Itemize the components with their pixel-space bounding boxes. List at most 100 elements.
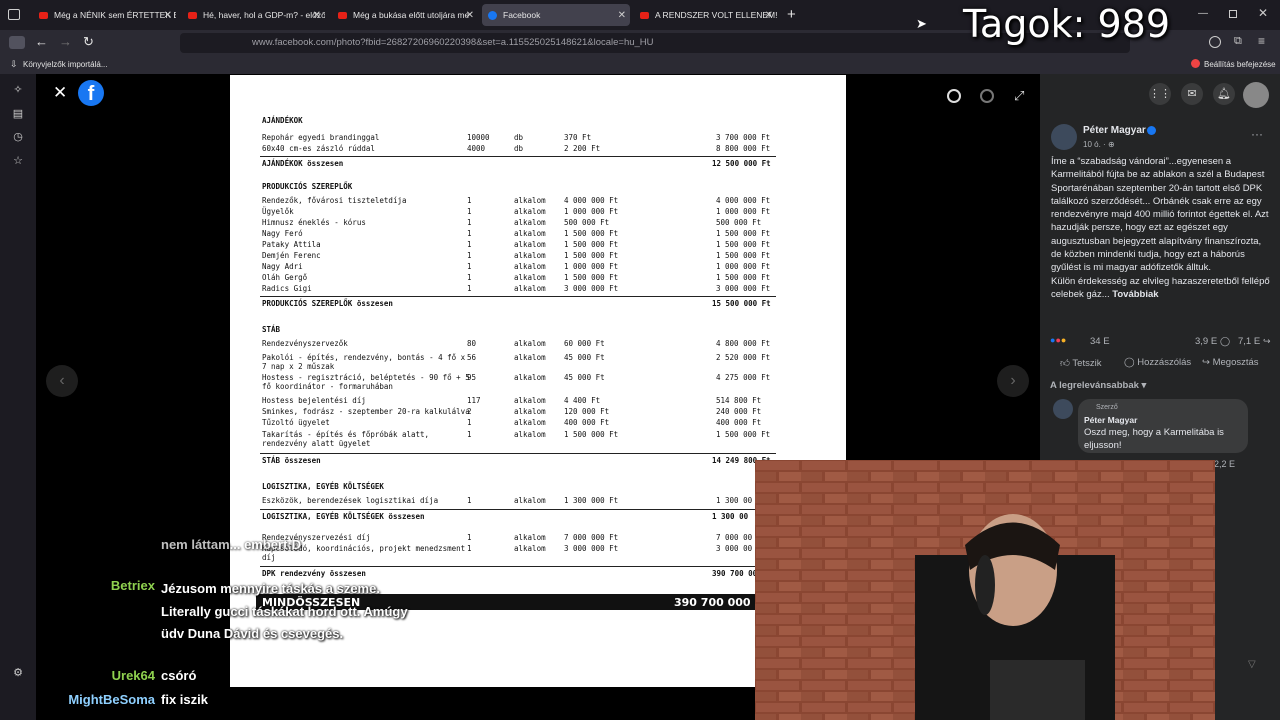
- new-tab-icon[interactable]: +: [787, 6, 796, 23]
- like-button[interactable]: 👍︎ Tetszik: [1060, 357, 1101, 369]
- comment-count[interactable]: 3,9 E: [1195, 336, 1217, 347]
- profile-avatar[interactable]: [1243, 82, 1269, 108]
- apps-grid-icon[interactable]: ⋮⋮: [1149, 83, 1171, 105]
- reaction-icons[interactable]: ●●●: [1050, 335, 1066, 345]
- line-item: Nagy Feró 1 alkalom 1 500 000 Ft 1 500 000 F…: [262, 229, 782, 240]
- section-total-label: LOGISZTIKA, EGYÉB KÖLTSÉGEK összesen: [262, 512, 425, 521]
- line-item: Radics Gigi 1 alkalom 3 000 000 Ft 3 000 000…: [262, 284, 782, 295]
- chat-username: Urek64: [111, 668, 155, 683]
- notifications-bell-icon[interactable]: 🔔︎: [1213, 83, 1235, 105]
- zoom-out-icon[interactable]: [980, 89, 994, 103]
- divider: [260, 509, 776, 510]
- line-item-unit: alkalom: [514, 544, 546, 553]
- author-name[interactable]: Péter Magyar: [1083, 125, 1146, 136]
- tab-3[interactable]: Facebook ✕: [482, 4, 630, 26]
- line-item-total: 2 520 000 Ft: [716, 353, 771, 362]
- close-viewer-icon[interactable]: ✕: [53, 83, 67, 103]
- line-item-name: Rendezvényszervezők: [262, 339, 348, 348]
- next-photo-icon[interactable]: ›: [997, 365, 1029, 397]
- comment-author[interactable]: Péter Magyar: [1084, 415, 1137, 425]
- section-total: PRODUKCIÓS SZEREPLŐK összesen 15 500 000 …: [262, 299, 782, 310]
- forward-icon[interactable]: →: [59, 34, 72, 49]
- messenger-icon[interactable]: ✉: [1181, 83, 1203, 105]
- extensions-icon[interactable]: ⧉: [1234, 35, 1242, 48]
- settings-gear-icon[interactable]: ⚙: [11, 666, 25, 680]
- menu-icon[interactable]: ≡: [1258, 34, 1265, 48]
- tab-4[interactable]: A RENDSZER VOLT ELLENEM! - ✕: [634, 4, 777, 26]
- comment-bubble: Szerző Péter Magyar Oszd meg, hogy a Kar…: [1078, 399, 1248, 453]
- line-item-qty: 1: [467, 418, 472, 427]
- ai-sparkle-icon[interactable]: ✧: [11, 83, 25, 97]
- close-tab-icon[interactable]: ✕: [164, 10, 172, 21]
- restore-icon[interactable]: [1229, 10, 1237, 18]
- close-tab-icon[interactable]: ✕: [618, 10, 626, 21]
- account-icon[interactable]: [1209, 36, 1221, 48]
- section-title: LOGISZTIKA, EGYÉB KÖLTSÉGEK: [262, 482, 384, 491]
- commenter-avatar[interactable]: [1053, 399, 1073, 419]
- post-time[interactable]: 10 ó. ·: [1083, 140, 1106, 149]
- line-item: Takarítás - építés és főpróbák alatt, re…: [262, 430, 782, 448]
- close-tab-icon[interactable]: ✕: [313, 10, 321, 21]
- close-tab-icon[interactable]: ✕: [765, 10, 773, 21]
- zoom-in-icon[interactable]: [947, 89, 961, 103]
- history-icon[interactable]: ◷: [11, 130, 25, 144]
- line-item-total: 8 800 000 Ft: [716, 144, 771, 153]
- tab-1[interactable]: Hé, haver, hol a GDP-m? - előző ✕: [182, 4, 325, 26]
- share-button[interactable]: ↪ Megosztás: [1202, 357, 1259, 368]
- youtube-icon: [640, 11, 649, 19]
- more-options-icon[interactable]: ···: [1251, 127, 1263, 141]
- share-count[interactable]: 7,1 E: [1238, 336, 1260, 347]
- close-tab-icon[interactable]: ✕: [466, 10, 474, 21]
- comment-sort-dropdown[interactable]: A legrelevánsabbak ▾: [1050, 380, 1146, 391]
- bookmarks-icon[interactable]: ☆: [11, 154, 25, 168]
- sidebar-toggle-icon[interactable]: [9, 36, 25, 49]
- post-text: Íme a “szabadság vándorai”...egyenesen a…: [1051, 156, 1269, 274]
- line-item-unit: alkalom: [514, 496, 546, 505]
- prev-photo-icon[interactable]: ‹: [46, 365, 78, 397]
- facebook-icon: [488, 10, 497, 20]
- line-item-name: Pataky Attila: [262, 240, 321, 249]
- line-item-unit: alkalom: [514, 251, 546, 260]
- minimize-icon[interactable]: —: [1198, 8, 1208, 19]
- like-icon: 👍︎: [1060, 358, 1073, 369]
- see-more-link[interactable]: Továbbiak: [1112, 289, 1158, 300]
- line-item-price: 1 500 000 Ft: [564, 240, 619, 249]
- section-title: AJÁNDÉKOK: [262, 116, 303, 125]
- line-item-name: Tűzoltó ügyelet: [262, 418, 330, 427]
- back-icon[interactable]: ←: [35, 34, 48, 49]
- close-window-icon[interactable]: ✕: [1258, 6, 1268, 20]
- line-item-unit: alkalom: [514, 207, 546, 216]
- line-item-qty: 2: [467, 407, 472, 416]
- comment-text: Oszd meg, hogy a Karmelitába is eljusson…: [1084, 427, 1224, 451]
- comment-bubble-icon: ◯: [1124, 357, 1138, 368]
- tab-title: Még a NÉNIK sem ÉRTETTEK EG: [54, 10, 176, 20]
- post-text-continued: Külön érdekesség az elvileg hazaszeretet…: [1051, 275, 1270, 300]
- tab-list-icon[interactable]: [8, 9, 20, 20]
- line-item-qty: 1: [467, 496, 472, 505]
- comment-button[interactable]: ◯ Hozzászólás: [1124, 357, 1191, 368]
- comment-icon: ◯: [1220, 336, 1231, 346]
- line-item-name: Takarítás - építés és főpróbák alatt, re…: [262, 430, 430, 448]
- reload-icon[interactable]: ↻: [83, 34, 94, 50]
- settings-flame-icon: [1191, 59, 1200, 68]
- tab-title: A RENDSZER VOLT ELLENEM! -: [655, 10, 777, 20]
- line-item-qty: 1: [467, 284, 472, 293]
- author-avatar[interactable]: [1051, 124, 1077, 150]
- reaction-count[interactable]: 34 E: [1090, 336, 1110, 347]
- line-item-total: 7 000 00: [716, 533, 753, 542]
- fullscreen-icon[interactable]: ⤢: [1014, 88, 1024, 104]
- finish-setup-link[interactable]: Beállítás befejezése: [1204, 60, 1276, 69]
- line-item-unit: alkalom: [514, 262, 546, 271]
- facebook-logo-icon[interactable]: f: [78, 80, 104, 106]
- line-item-price: 120 000 Ft: [564, 407, 610, 416]
- line-item-name: Ügyelők: [262, 207, 294, 216]
- chat-message-text: csóró: [161, 668, 197, 683]
- import-bookmarks-link[interactable]: Könyvjelzők importálá...: [23, 60, 107, 69]
- synced-tabs-icon[interactable]: ▤: [11, 107, 25, 121]
- line-item: Repohár egyedi brandinggal 10000 db 370 Ft 3…: [262, 133, 782, 144]
- tab-2[interactable]: Még a bukása előtt utoljára me ✕: [332, 4, 478, 26]
- line-item-total: 4 000 000 Ft: [716, 196, 771, 205]
- tab-0[interactable]: Még a NÉNIK sem ÉRTETTEK EG ✕: [33, 4, 176, 26]
- tab-title: Még a bukása előtt utoljára me: [353, 10, 470, 20]
- author-badge: Szerző: [1096, 404, 1118, 411]
